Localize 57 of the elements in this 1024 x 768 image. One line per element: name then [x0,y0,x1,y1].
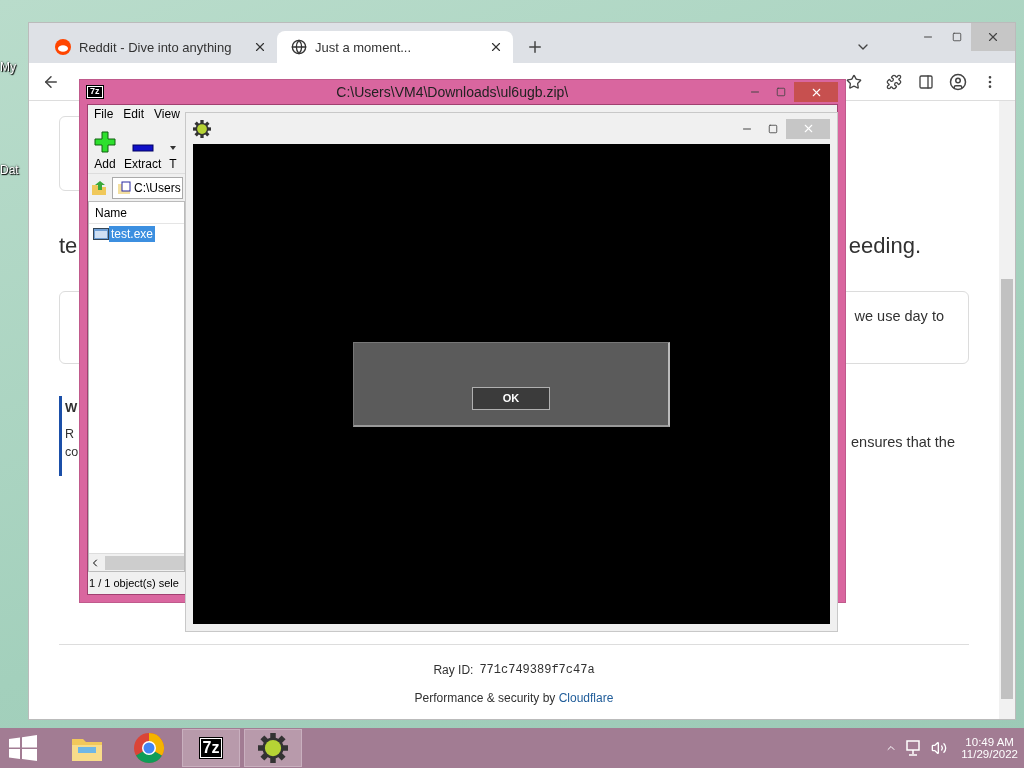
gear-icon [258,733,288,763]
column-header[interactable]: Name [95,205,127,220]
clock-time[interactable]: 10:49 AM [965,736,1014,748]
star-icon [846,73,862,90]
cloudflare-link[interactable]: Cloudflare [558,691,614,705]
close-button[interactable] [971,23,1015,51]
heading-fragment: te [59,233,78,259]
close-button[interactable] [794,82,838,102]
close-icon [986,30,1000,44]
archiver-icon: 7z [199,738,223,758]
text-fragment: co [65,445,79,459]
heading-fragment: eeding. [848,233,921,259]
text-fragment: W [65,400,79,415]
ok-button[interactable]: OK [472,386,550,410]
text-fragment: we use day to [854,308,944,326]
chrome-icon [133,732,165,764]
menu-item[interactable]: File [94,107,114,123]
scrollbar-thumb[interactable] [105,555,184,570]
minus-icon [131,143,154,153]
status-text: 1 / 1 object(s) sele [88,576,180,591]
ray-id-label: Ray ID: [433,663,474,677]
archive-icon [117,180,131,195]
footer-text: Performance & security by Cloudflare [413,691,615,705]
text-fragment: ensures that the [851,434,955,452]
taskbar-button[interactable] [244,729,302,767]
side-panel-icon [918,73,934,90]
start-icon[interactable] [8,735,38,761]
volume-icon[interactable] [931,740,948,756]
maximize-icon [768,123,778,134]
profile-icon [949,72,967,91]
maximize-icon [776,87,786,97]
globe-icon [291,39,307,55]
archiver-icon: 7z [87,86,103,98]
ray-id-value: 771c749389f7c47a [479,663,595,677]
close-icon[interactable] [489,40,503,54]
toolbar-button[interactable]: T [169,143,177,171]
plus-icon [526,38,544,56]
file-icon [93,228,109,240]
plus-icon [94,131,116,153]
toolbar-button[interactable]: Add [94,131,116,171]
path-field[interactable]: C:\Users [112,176,183,199]
puzzle-icon [886,73,902,90]
toolbar-button[interactable]: Extract [124,143,162,171]
browser-tab[interactable]: Just a moment... [277,31,513,63]
clock-date[interactable]: 11/29/2022 [961,748,1018,760]
reddit-icon [55,39,71,55]
browser-tab[interactable]: Reddit - Dive into anything [41,31,277,63]
maximize-icon [951,32,962,42]
menu-item[interactable]: Edit [123,107,145,123]
menu-item[interactable]: View [154,107,180,123]
text-fragment: R [65,427,76,441]
scrollbar-thumb[interactable] [1001,279,1013,699]
taskbar-button[interactable]: 7z [182,729,240,767]
folder-up-icon[interactable] [90,178,108,197]
close-icon[interactable] [253,40,267,54]
window-title: C:\Users\VM4\Downloads\ul6ugb.zip\ [335,84,570,100]
gear-icon [193,119,211,138]
